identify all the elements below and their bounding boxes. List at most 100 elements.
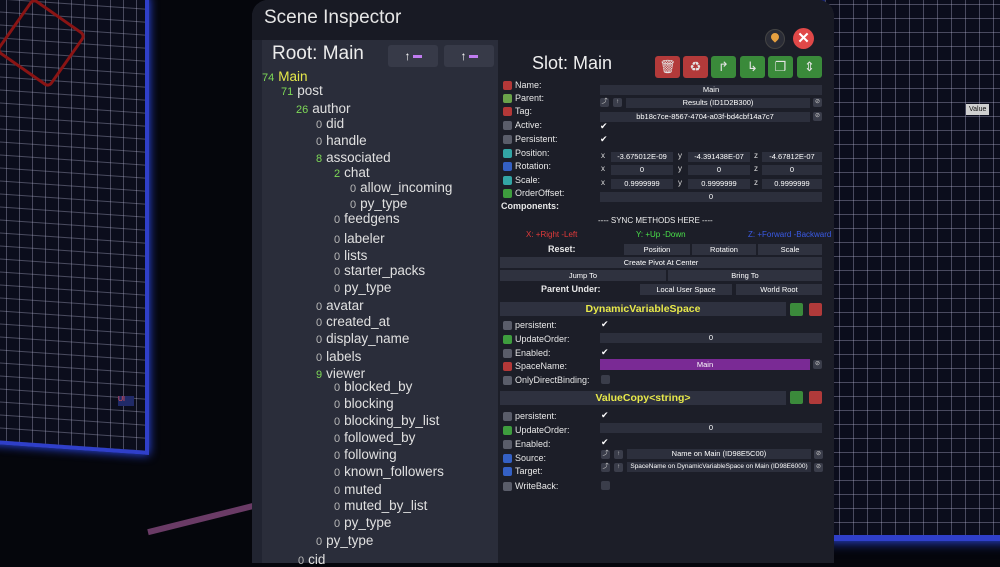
- parent-up-button[interactable]: ↑: [613, 98, 622, 107]
- tree-node[interactable]: 0 blocking_by_list: [334, 413, 439, 428]
- tree-node[interactable]: 26 author: [296, 101, 351, 116]
- jump-to-button[interactable]: Jump To: [500, 270, 666, 281]
- sync-methods-header: ---- SYNC METHODS HERE ----: [598, 216, 713, 225]
- tree-node[interactable]: 0 allow_incoming: [350, 180, 452, 195]
- scale-y-field[interactable]: 0.9999999: [688, 179, 750, 189]
- tree-node[interactable]: 0 display_name: [316, 331, 409, 346]
- component-header-dynamic-variable-space[interactable]: DynamicVariableSpace: [500, 302, 786, 316]
- component-header-value-copy[interactable]: ValueCopy<string>: [500, 391, 786, 405]
- vc-persistent-checkbox[interactable]: ✔: [601, 411, 610, 420]
- rotation-z-field[interactable]: 0: [762, 165, 822, 175]
- source-up-button[interactable]: ↑: [614, 450, 623, 459]
- scale-x-field[interactable]: 0.9999999: [611, 179, 673, 189]
- target-up-button[interactable]: ↑: [614, 463, 623, 472]
- scale-z-field[interactable]: 0.9999999: [762, 179, 822, 189]
- pin-button[interactable]: [765, 29, 785, 49]
- target-reset-button[interactable]: ⤴: [601, 463, 610, 472]
- remove-component-button[interactable]: [809, 391, 822, 404]
- tree-node[interactable]: 74 Main: [262, 69, 308, 84]
- child-count: 0: [334, 214, 341, 226]
- tree-node-label: blocked_by: [344, 379, 413, 394]
- destroy-preserve-assets-button[interactable]: ♻: [683, 56, 708, 78]
- dvs-space-name-field[interactable]: Main: [600, 359, 810, 370]
- tree-node[interactable]: 0 muted_by_list: [334, 498, 427, 513]
- child-count: 2: [334, 168, 341, 180]
- target-clear-button[interactable]: ⊘: [814, 463, 823, 472]
- rotation-y-field[interactable]: 0: [688, 165, 750, 175]
- tree-node[interactable]: 0 handle: [316, 133, 367, 148]
- dvs-update-order-field[interactable]: 0: [600, 333, 822, 343]
- remove-component-button[interactable]: [809, 303, 822, 316]
- tree-node[interactable]: 8 associated: [316, 150, 391, 165]
- reset-scale-button[interactable]: Scale: [758, 244, 822, 255]
- order-offset-field[interactable]: 0: [600, 192, 822, 202]
- field-type-icon: [503, 426, 512, 436]
- tree-node[interactable]: 0 cid: [298, 552, 325, 567]
- tree-node[interactable]: 0 py_type: [334, 280, 391, 295]
- tree-node[interactable]: 0 py_type: [350, 196, 407, 211]
- tree-node-label: chat: [344, 165, 370, 180]
- parent-clear-button[interactable]: ⊘: [813, 98, 822, 107]
- tree-node[interactable]: 0 py_type: [316, 533, 373, 548]
- tree-node[interactable]: 0 muted: [334, 482, 382, 497]
- duplicate-component-button[interactable]: [790, 391, 803, 404]
- position-y-field[interactable]: -4.391438E-07: [688, 152, 750, 162]
- tag-clear-button[interactable]: ⊘: [813, 112, 822, 121]
- tree-node[interactable]: 0 py_type: [334, 515, 391, 530]
- local-user-space-button[interactable]: Local User Space: [640, 284, 732, 295]
- parent-field[interactable]: Results (ID1D2B300): [626, 98, 810, 108]
- tree-node[interactable]: 0 labeler: [334, 231, 385, 246]
- tree-node[interactable]: 0 did: [316, 116, 344, 131]
- dvs-only-direct-checkbox[interactable]: [601, 375, 610, 384]
- space-name-clear-button[interactable]: ⊘: [813, 360, 822, 369]
- position-z-field[interactable]: -4.67812E-07: [762, 152, 822, 162]
- insert-parent-button[interactable]: ↱: [711, 56, 736, 78]
- tree-node[interactable]: 0 following: [334, 447, 397, 462]
- collapse-all-button[interactable]: ↑: [444, 45, 494, 67]
- vc-enabled-checkbox[interactable]: ✔: [601, 438, 610, 447]
- tree-node[interactable]: 0 feedgens: [334, 211, 400, 226]
- value-tag: Value: [966, 104, 990, 115]
- parent-reset-button[interactable]: ⤴: [600, 98, 609, 107]
- create-pivot-button[interactable]: Create Pivot At Center: [500, 257, 822, 268]
- world-root-button[interactable]: World Root: [736, 284, 822, 295]
- persistent-checkbox[interactable]: ✔: [600, 135, 609, 144]
- tree-node[interactable]: 0 lists: [334, 248, 367, 263]
- tree-node[interactable]: 2 chat: [334, 165, 370, 180]
- duplicate-button[interactable]: ❐: [768, 56, 793, 78]
- tree-node[interactable]: 0 known_followers: [334, 464, 444, 479]
- tree-node[interactable]: 0 created_at: [316, 314, 390, 329]
- position-x-field[interactable]: -3.675012E-09: [611, 152, 673, 162]
- vc-write-back-checkbox[interactable]: [601, 481, 610, 490]
- active-checkbox[interactable]: ✔: [600, 122, 609, 131]
- vc-target-field[interactable]: SpaceName on DynamicVariableSpace on Mai…: [627, 462, 811, 472]
- expand-all-button[interactable]: ↑: [388, 45, 438, 67]
- tree-node[interactable]: 0 followed_by: [334, 430, 415, 445]
- source-reset-button[interactable]: ⤴: [601, 450, 610, 459]
- close-button[interactable]: ✕: [793, 28, 814, 49]
- tag-field[interactable]: bb18c7ce-8567-4704-a03f-bd4cbf14a7c7: [600, 112, 810, 122]
- add-child-button[interactable]: ↳: [740, 56, 765, 78]
- duplicate-component-button[interactable]: [790, 303, 803, 316]
- tree-node[interactable]: 0 avatar: [316, 298, 364, 313]
- name-field[interactable]: Main: [600, 85, 822, 95]
- bring-to-button[interactable]: Bring To: [668, 270, 822, 281]
- rotation-x-field[interactable]: 0: [611, 165, 673, 175]
- tree-node[interactable]: 0 labels: [316, 349, 361, 364]
- reset-rotation-button[interactable]: Rotation: [692, 244, 756, 255]
- tree-node[interactable]: 0 starter_packs: [334, 263, 425, 278]
- tree-node[interactable]: 0 blocked_by: [334, 379, 412, 394]
- titlebar[interactable]: Scene Inspector: [252, 0, 834, 40]
- tree-node-label: followed_by: [344, 430, 416, 445]
- source-clear-button[interactable]: ⊘: [814, 450, 823, 459]
- center-pivot-button[interactable]: ⇕: [797, 56, 822, 78]
- destroy-slot-button[interactable]: 🗑: [655, 56, 680, 78]
- reset-position-button[interactable]: Position: [624, 244, 690, 255]
- tree-node[interactable]: 71 post: [281, 83, 323, 98]
- dvs-enabled-checkbox[interactable]: ✔: [601, 348, 610, 357]
- duplicate-icon: ❐: [774, 59, 787, 74]
- dvs-persistent-checkbox[interactable]: ✔: [601, 320, 610, 329]
- vc-source-field[interactable]: Name on Main (ID98E5C00): [627, 449, 811, 459]
- tree-node[interactable]: 0 blocking: [334, 396, 394, 411]
- vc-update-order-field[interactable]: 0: [600, 423, 822, 433]
